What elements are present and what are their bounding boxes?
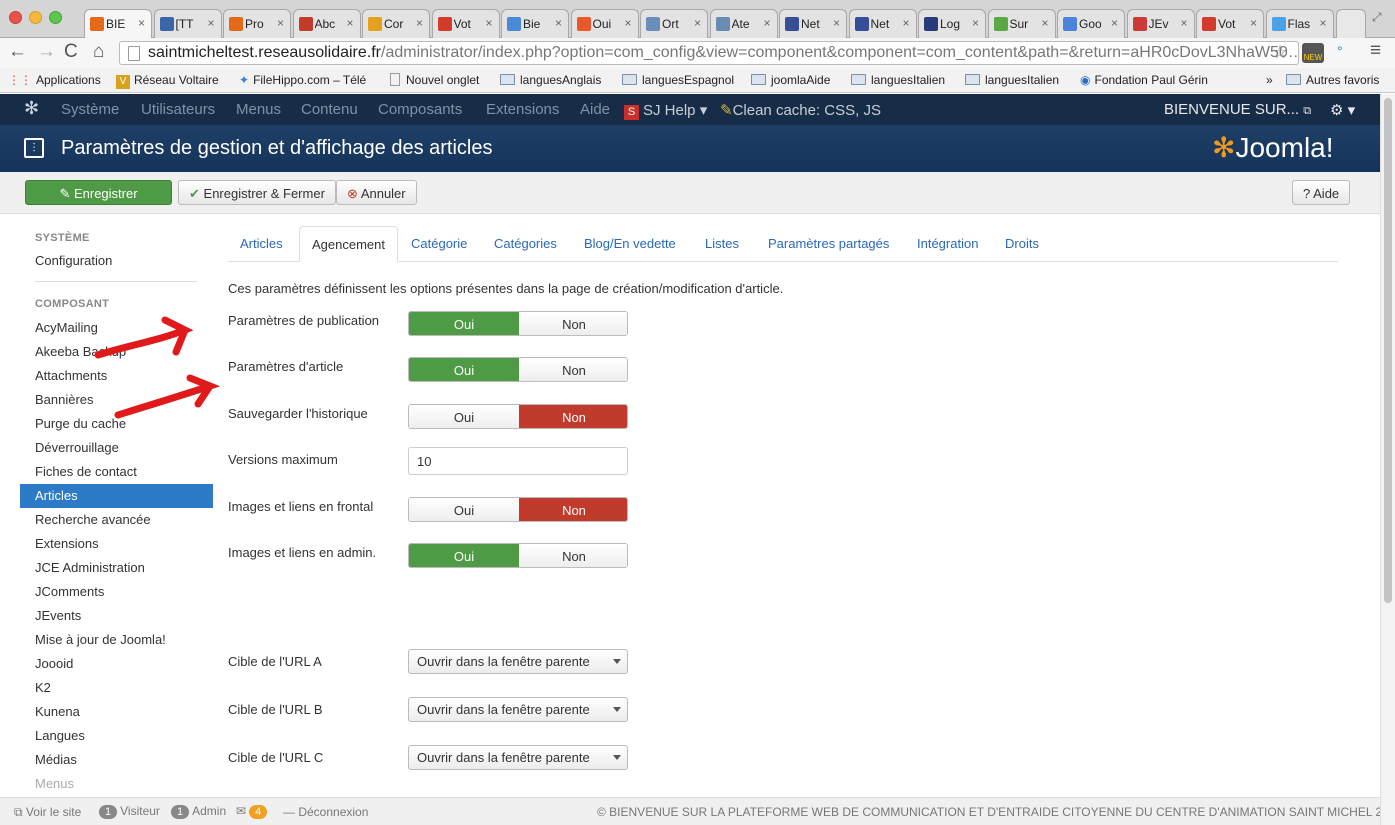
browser-tab-title: BIE (106, 17, 126, 31)
visitors-status: 1 Visiteur (96, 804, 160, 819)
envelope-icon: ✉ (236, 804, 247, 818)
admins-status: 1 Admin (168, 804, 226, 819)
annotation-arrow-1 (94, 316, 194, 359)
status-bar: ⧉ Voir le site 1 Visiteur 1 Admin ✉ 4 — Déc… (0, 797, 1395, 825)
minus-icon: — (283, 805, 295, 819)
admins-label: Admin (192, 804, 227, 818)
view-site-link[interactable]: ⧉ Voir le site (14, 805, 81, 820)
joomla-icon (90, 17, 104, 31)
visitors-label: Visiteur (120, 804, 160, 818)
copyright: © BIENVENUE SUR LA PLATEFORME WEB DE COM… (597, 805, 1395, 819)
scrollbar-thumb[interactable] (1384, 98, 1392, 603)
view-site-label: Voir le site (25, 805, 82, 819)
browser-tab[interactable]: BIE × (84, 9, 152, 38)
admins-count: 1 (171, 805, 190, 819)
logout-label: Déconnexion (298, 805, 369, 819)
annotation-arrow-2 (114, 374, 221, 419)
logout-link[interactable]: — Déconnexion (283, 805, 368, 819)
external-link-icon: ⧉ (14, 805, 23, 819)
visitors-count: 1 (99, 805, 118, 819)
messages-status[interactable]: ✉ 4 (236, 804, 270, 819)
close-tab-icon[interactable]: × (138, 16, 145, 30)
messages-count: 4 (249, 805, 268, 819)
annotation-overlay (94, 316, 221, 419)
page-scrollbar[interactable] (1380, 94, 1395, 825)
